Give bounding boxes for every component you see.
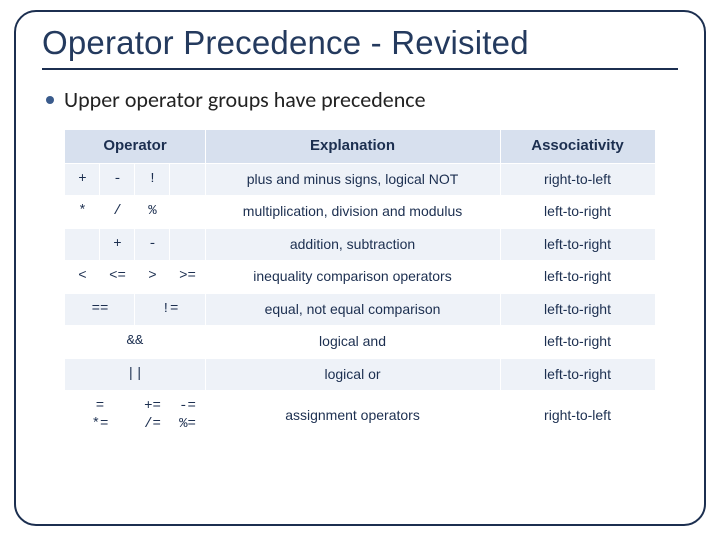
explanation-cell: logical or — [205, 358, 500, 391]
explanation-cell: multiplication, division and modulus — [205, 196, 500, 229]
operator-cell: +=/= — [135, 391, 170, 441]
associativity-cell: left-to-right — [500, 228, 655, 261]
table-row: ==!=equal, not equal comparisonleft-to-r… — [65, 293, 655, 326]
table-row: ||logical orleft-to-right — [65, 358, 655, 391]
associativity-cell: left-to-right — [500, 326, 655, 359]
operator-cell: != — [135, 293, 205, 326]
operator-cell: < — [65, 261, 100, 294]
explanation-cell: addition, subtraction — [205, 228, 500, 261]
operator-cell: > — [135, 261, 170, 294]
operator-cell — [65, 228, 100, 261]
operator-cell: <= — [100, 261, 135, 294]
operator-cell — [170, 163, 205, 196]
operator-cell: -=%= — [170, 391, 205, 441]
operator-cell: - — [135, 228, 170, 261]
explanation-cell: plus and minus signs, logical NOT — [205, 163, 500, 196]
operator-cell: ! — [135, 163, 170, 196]
col-operator: Operator — [65, 130, 205, 164]
table-row: */% multiplication, division and modulusl… — [65, 196, 655, 229]
operator-cell: == — [65, 293, 135, 326]
operator-cell — [170, 196, 205, 229]
bullet-text: Upper operator groups have precedence — [64, 86, 426, 113]
explanation-cell: equal, not equal comparison — [205, 293, 500, 326]
table-row: +-! plus and minus signs, logical NOTrigh… — [65, 163, 655, 196]
operator-cell: - — [100, 163, 135, 196]
operator-cell — [170, 228, 205, 261]
slide-card: Operator Precedence - Revisited Upper op… — [14, 10, 706, 526]
table-row: &&logical andleft-to-right — [65, 326, 655, 359]
associativity-cell: right-to-left — [500, 391, 655, 441]
operator-cell: =*= — [65, 391, 135, 441]
operator-cell: % — [135, 196, 170, 229]
operator-cell: >= — [170, 261, 205, 294]
associativity-cell: left-to-right — [500, 293, 655, 326]
associativity-cell: left-to-right — [500, 358, 655, 391]
table-row: <<=>>=inequality comparison operatorslef… — [65, 261, 655, 294]
table-row: =*=+=/=-=%=assignment operatorsright-to-… — [65, 391, 655, 441]
table-header-row: Operator Explanation Associativity — [65, 130, 655, 164]
col-explanation: Explanation — [205, 130, 500, 164]
explanation-cell: logical and — [205, 326, 500, 359]
precedence-table: Operator Explanation Associativity +-!pl… — [64, 129, 655, 441]
operator-cell: * — [65, 196, 100, 229]
bullet-item: Upper operator groups have precedence — [46, 86, 678, 113]
operator-cell: + — [100, 228, 135, 261]
explanation-cell: assignment operators — [205, 391, 500, 441]
bullet-dot-icon — [46, 96, 54, 104]
associativity-cell: right-to-left — [500, 163, 655, 196]
operator-cell: && — [65, 326, 205, 359]
associativity-cell: left-to-right — [500, 261, 655, 294]
operator-cell: || — [65, 358, 205, 391]
operator-cell: + — [65, 163, 100, 196]
page-title: Operator Precedence - Revisited — [42, 24, 678, 62]
associativity-cell: left-to-right — [500, 196, 655, 229]
col-associativity: Associativity — [500, 130, 655, 164]
explanation-cell: inequality comparison operators — [205, 261, 500, 294]
table-row: +- addition, subtractionleft-to-right — [65, 228, 655, 261]
title-divider — [42, 68, 678, 70]
operator-cell: / — [100, 196, 135, 229]
